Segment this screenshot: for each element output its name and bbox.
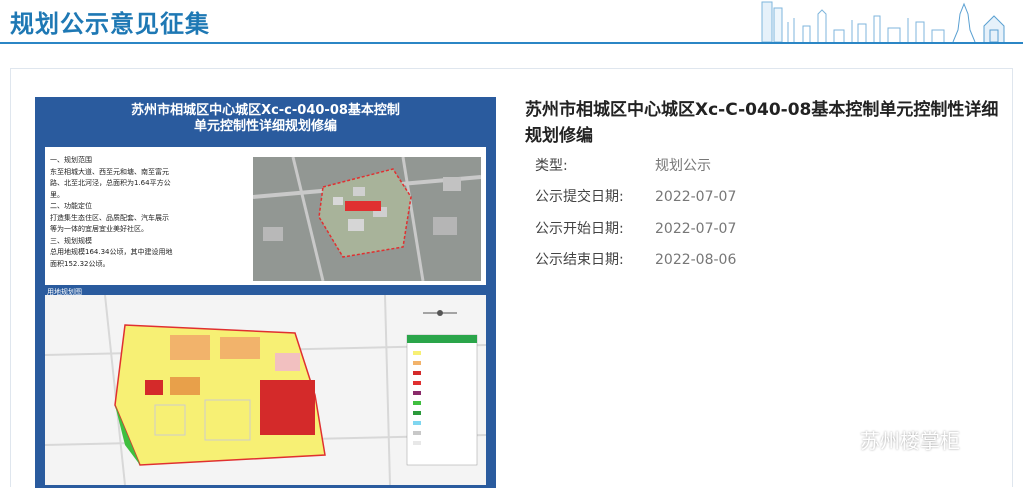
watermark: 苏州楼掌柜: [822, 425, 960, 454]
wechat-icon: [823, 428, 853, 451]
detail-row-type: 类型: 规划公示: [535, 158, 711, 174]
header-divider: [0, 42, 1023, 44]
poster-description: 一、规划范围 东至相城大道、西至元和塘、南至富元 路、北至北河泾，总面积为1.6…: [50, 156, 173, 268]
poster-info-panel: 一、规划范围 东至相城大道、西至元和塘、南至富元 路、北至北河泾，总面积为1.6…: [45, 147, 486, 285]
page-header: 规划公示意见征集: [0, 0, 1023, 44]
plan-poster-image[interactable]: 苏州市相城区中心城区Xc-c-040-08基本控制 单元控制性详细规划修编 一、…: [35, 97, 496, 488]
aerial-photo: [253, 157, 481, 281]
poster-title: 苏州市相城区中心城区Xc-c-040-08基本控制 单元控制性详细规划修编: [131, 103, 400, 134]
notice-title[interactable]: 苏州市相城区中心城区Xc-C-040-08基本控制单元控制性详细规划修编: [525, 97, 1005, 149]
page-title: 规划公示意见征集: [10, 10, 210, 38]
city-skyline-icon: [761, 1, 1005, 42]
watermark-text: 苏州楼掌柜: [860, 429, 960, 453]
land-use-map: [45, 295, 486, 485]
detail-row-end-date: 公示结束日期: 2022-08-06: [535, 252, 737, 268]
detail-row-submit-date: 公示提交日期: 2022-07-07: [535, 189, 737, 205]
detail-row-start-date: 公示开始日期: 2022-07-07: [535, 221, 737, 237]
